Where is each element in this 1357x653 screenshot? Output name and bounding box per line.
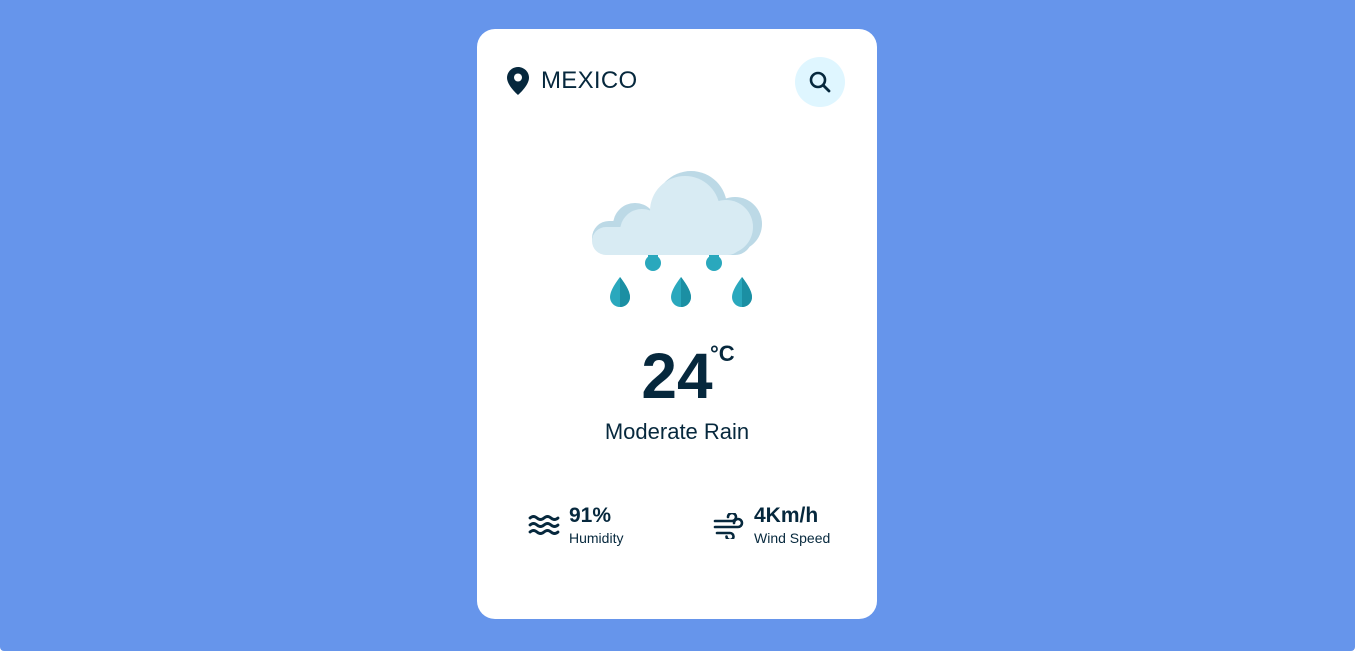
humidity-value: 91% — [569, 504, 612, 527]
weather-card: MEXICO 24 °C Moderate Rain 91% Humidity … — [477, 29, 877, 619]
wind-value: 4Km/h — [754, 504, 819, 527]
card-header: MEXICO — [507, 57, 845, 107]
temperature: 24 °C — [477, 341, 877, 411]
temperature-unit: °C — [710, 341, 735, 366]
location: MEXICO — [507, 67, 637, 95]
humidity-label: Humidity — [569, 530, 624, 546]
weather-description: Moderate Rain — [604, 419, 750, 444]
search-button[interactable] — [795, 57, 845, 107]
wind-stat: 4Km/h Wind Speed — [713, 505, 830, 547]
location-name: MEXICO — [541, 67, 638, 94]
wind-text: 4Km/h Wind Speed — [754, 505, 830, 547]
search-icon — [809, 71, 831, 93]
temperature-value: 24 — [641, 340, 713, 412]
humidity-text: 91% Humidity — [569, 505, 623, 547]
map-pin-icon — [507, 67, 529, 95]
humidity-stat: 91% Humidity — [528, 505, 623, 547]
water-waves-icon — [528, 515, 560, 535]
wind-label: Wind Speed — [754, 530, 831, 546]
wind-icon — [713, 513, 744, 539]
rain-cloud-icon — [592, 171, 762, 307]
